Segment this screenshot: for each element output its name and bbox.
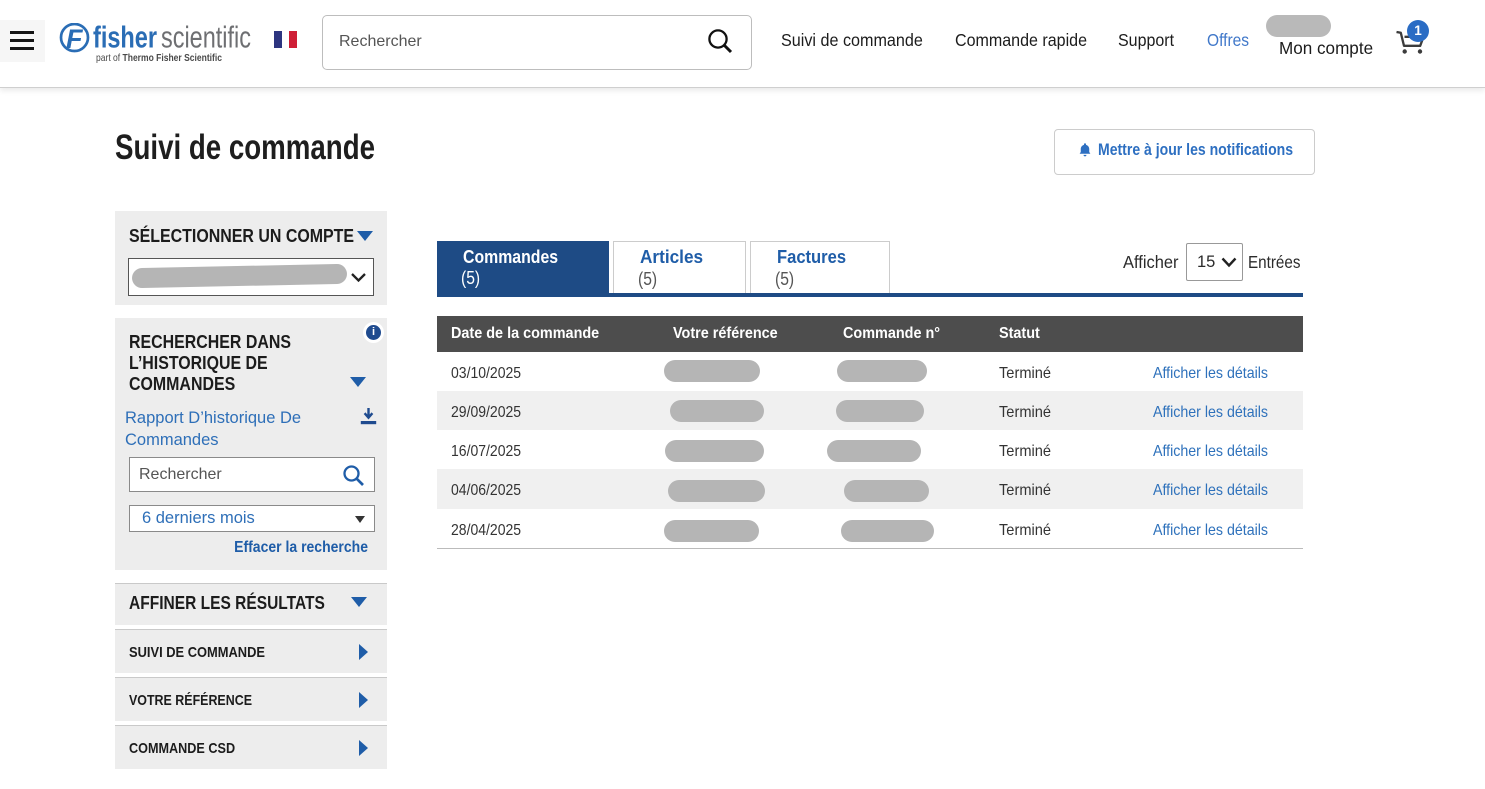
svg-text:part of Thermo Fisher Scientif: part of Thermo Fisher Scientific — [96, 52, 222, 64]
svg-text:scientific: scientific — [161, 23, 251, 55]
svg-text:fisher: fisher — [93, 23, 157, 55]
svg-text:F: F — [66, 24, 84, 54]
